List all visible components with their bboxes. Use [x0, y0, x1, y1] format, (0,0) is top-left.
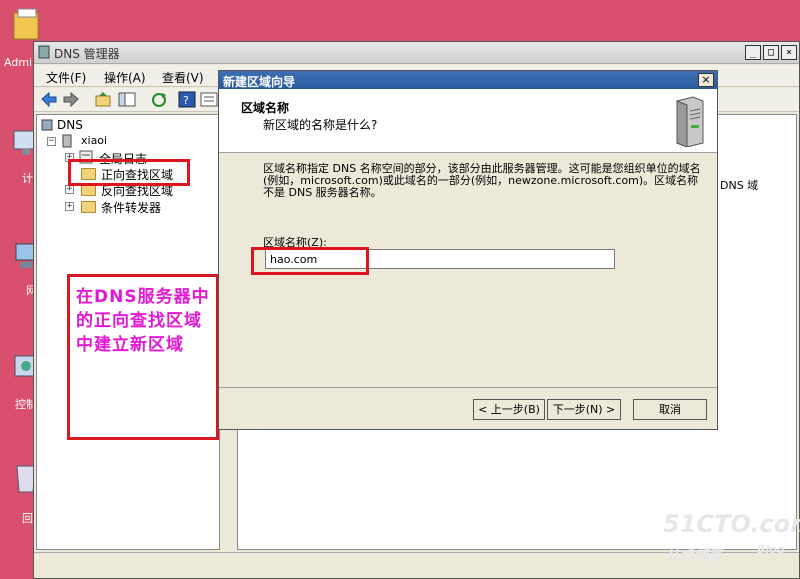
- back-arrow-icon[interactable]: [40, 91, 58, 108]
- svg-text:?: ?: [183, 94, 189, 107]
- console-tree-icon[interactable]: [118, 91, 136, 108]
- dns-root-icon: [41, 119, 53, 131]
- highlight-zone-input: [251, 247, 369, 275]
- watermark-sub: 技术博客: [666, 548, 722, 564]
- close-button[interactable]: ×: [781, 45, 797, 60]
- main-window-title: DNS 管理器: [54, 47, 120, 61]
- collapse-server-toggle[interactable]: −: [47, 137, 56, 146]
- conditional-forwarders-folder-icon: [81, 201, 96, 213]
- wizard-divider: [219, 387, 717, 388]
- main-title-bar[interactable]: DNS 管理器 _ □ ×: [34, 42, 799, 64]
- watermark-brand: 51CTO.com: [663, 510, 800, 538]
- refresh-icon[interactable]: [150, 91, 168, 108]
- annotation-callout: 在DNS服务器中的正向查找区域中建立新区域: [67, 274, 219, 440]
- menu-file[interactable]: 文件(F): [46, 69, 86, 86]
- menu-action[interactable]: 操作(A): [104, 69, 146, 86]
- wizard-close-button[interactable]: ×: [698, 73, 714, 87]
- wizard-header-title: 区域名称: [241, 101, 290, 115]
- desktop-label-computer: 计: [22, 172, 33, 185]
- wizard-header-subtitle: 新区域的名称是什么?: [263, 118, 378, 132]
- highlight-forward-zone: [68, 159, 190, 186]
- server-node-icon: [61, 134, 73, 148]
- menu-view[interactable]: 查看(V): [162, 69, 204, 86]
- cancel-button[interactable]: 取消: [633, 399, 707, 420]
- watermark-blog: Blog: [757, 543, 785, 556]
- forward-arrow-icon[interactable]: [62, 91, 80, 108]
- tree-node-conditional-forwarders[interactable]: 条件转发器: [101, 199, 161, 216]
- maximize-button[interactable]: □: [763, 45, 779, 60]
- wizard-header: 区域名称 新区域的名称是什么?: [219, 89, 717, 153]
- desktop-folder-icon[interactable]: [12, 5, 42, 41]
- expand-conditional-forwarders-toggle[interactable]: +: [65, 202, 74, 211]
- dns-app-icon: [38, 45, 50, 59]
- server-tower-icon: [671, 95, 707, 148]
- desktop-label-recycle: 回: [22, 512, 33, 525]
- wizard-title: 新建区域向导: [223, 75, 296, 89]
- wizard-title-bar[interactable]: 新建区域向导 ×: [219, 71, 717, 89]
- next-button[interactable]: 下一步(N) >: [547, 399, 621, 420]
- back-button[interactable]: < 上一步(B): [473, 399, 545, 420]
- help-icon[interactable]: ?: [178, 91, 196, 108]
- properties-icon[interactable]: [200, 91, 218, 108]
- minimize-button[interactable]: _: [745, 45, 761, 60]
- expand-reverse-zones-toggle[interactable]: +: [65, 185, 74, 194]
- tree-node-dns[interactable]: DNS: [57, 118, 83, 132]
- results-pane-text: DNS 域: [720, 179, 759, 192]
- up-folder-icon[interactable]: [94, 91, 112, 108]
- wizard-description: 区域名称指定 DNS 名称空间的部分，该部分由此服务器管理。这可能是您组织单位的…: [263, 162, 701, 199]
- tree-node-server[interactable]: xiaoi: [81, 134, 107, 147]
